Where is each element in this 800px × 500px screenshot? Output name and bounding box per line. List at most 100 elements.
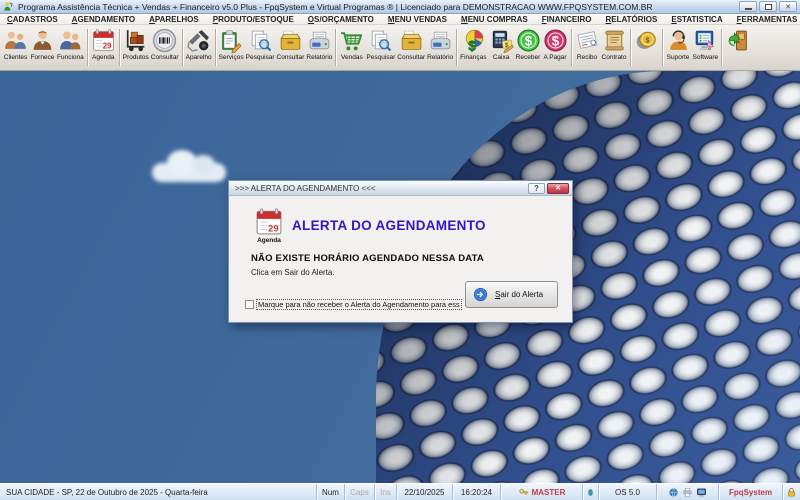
close-button[interactable]: ✕	[779, 1, 797, 12]
menu-item-cadastros[interactable]: CADASTROS	[0, 14, 65, 25]
receipt-icon	[575, 28, 600, 53]
menu-item-estatistica[interactable]: ESTATISTICA	[664, 14, 729, 25]
toolbar-button-relatorio[interactable]: Relatório	[305, 26, 333, 69]
toolbar-button-exit-door[interactable]	[724, 26, 751, 69]
dialog-close-button[interactable]: ✕	[547, 182, 569, 194]
device-icon	[186, 28, 211, 53]
status-brand: FpqSystem	[718, 484, 782, 500]
close-icon: ✕	[785, 3, 791, 11]
cloud	[152, 150, 226, 182]
toolbar-button-a-pagar[interactable]: $ A Pagar	[542, 26, 569, 69]
toolbar-button-label: Clientes	[3, 54, 28, 61]
coin-icon: $	[634, 28, 659, 53]
toolbar-button-label: Agenda	[92, 54, 115, 61]
menu-item-relatorios[interactable]: RELATÓRIOS	[598, 14, 664, 25]
svg-text:$: $	[468, 38, 476, 53]
svg-text:$: $	[645, 35, 649, 44]
supplier-icon	[30, 28, 55, 53]
restore-button[interactable]	[759, 1, 777, 12]
toolbar-button-fornece[interactable]: Fornece	[29, 26, 56, 69]
calendar-icon: 29	[91, 28, 116, 53]
toolbar-button-agenda[interactable]: 29 Agenda	[90, 26, 117, 69]
toolbar-button-pesquisar[interactable]: Pesquisar	[365, 26, 396, 69]
toolbar-button-label: Recibo	[576, 54, 598, 61]
dialog-heading: ALERTA DO AGENDAMENTO	[292, 218, 486, 233]
toolbar-button-coin[interactable]: $	[633, 26, 660, 69]
toolbar-button-software[interactable]: Software	[692, 26, 720, 69]
toolbar-separator	[721, 29, 723, 66]
menu-item-os-orcamento[interactable]: OS/ORÇAMENTO	[301, 14, 381, 25]
toolbar-button-recibo[interactable]: Recibo	[574, 26, 601, 69]
toolbar-button-label: A Pagar	[543, 54, 567, 61]
go-arrow-icon	[473, 287, 488, 302]
window-controls: ✕	[739, 1, 797, 12]
dialog-titlebar[interactable]: >>> ALERTA DO AGENDAMENTO <<< ? ✕	[229, 181, 572, 196]
restore-icon	[764, 3, 772, 10]
menu-item-menu-vendas[interactable]: MENU VENDAS	[381, 14, 454, 25]
toolbar-button-label: Produtos	[122, 54, 149, 61]
toolbar-button-label: Serviços	[218, 54, 244, 61]
toolbar-button-consultar[interactable]: Consultar	[150, 26, 180, 69]
toolbar-separator	[214, 29, 216, 66]
products-icon	[123, 28, 148, 53]
toolbar-button-consultar[interactable]: Consultar	[276, 26, 306, 69]
toolbar-button-pesquisar[interactable]: Pesquisar	[245, 26, 276, 69]
status-user-name: MASTER	[531, 487, 566, 497]
svg-text:$: $	[551, 34, 559, 49]
toolbar-button-clientes[interactable]: Clientes	[2, 26, 29, 69]
menu-item-aparelhos[interactable]: APARELHOS	[142, 14, 206, 25]
toolbar-button-financas[interactable]: $ Finanças	[459, 26, 487, 69]
drawer-icon	[399, 28, 424, 53]
exit-alert-button[interactable]: Sair do Alerta	[465, 281, 558, 308]
toolbar-button-caixa[interactable]: $ Caixa	[488, 26, 515, 69]
toolbar-separator	[335, 29, 337, 66]
dialog-message: NÃO EXISTE HORÁRIO AGENDADO NESSA DATA	[251, 253, 484, 264]
dialog-body: 29 Agenda ALERTA DO AGENDAMENTO NÃO EXIS…	[229, 196, 572, 322]
toolbar-button-vendas[interactable]: Vendas	[338, 26, 365, 69]
toolbar-separator	[661, 29, 663, 66]
software-icon	[693, 28, 718, 53]
finance-pie-icon: $	[461, 28, 486, 53]
toolbar-button-consultar[interactable]: Consultar	[396, 26, 426, 69]
checkbox-box[interactable]	[245, 300, 254, 309]
exit-alert-button-label: Sair do Alerta	[495, 290, 544, 299]
menu-item-menu-compras[interactable]: MENU COMPRAS	[454, 14, 535, 25]
titlebar[interactable]: Programa Assistência Técnica + Vendas + …	[0, 0, 800, 14]
toolbar-button-contrato[interactable]: Contrato	[601, 26, 628, 69]
dialog-hint: Clica em Sair do Alerta.	[251, 268, 335, 277]
menu-item-agendamento[interactable]: AGENDAMENTO	[65, 14, 142, 25]
calendar-alert-icon: 29	[253, 207, 285, 237]
toolbar-button-label: Funciona	[57, 54, 84, 61]
calendar-caption: Agenda	[257, 237, 281, 244]
report-icon	[307, 28, 332, 53]
toolbar-button-suporte[interactable]: Suporte	[665, 26, 692, 69]
toolbar-button-receber[interactable]: $ Receber	[515, 26, 542, 69]
toolbar-button-relatorio[interactable]: Relatório	[426, 26, 454, 69]
toolbar-button-produtos[interactable]: Produtos	[122, 26, 150, 69]
printer-icon[interactable]	[682, 487, 693, 498]
status-user: MASTER	[500, 484, 582, 500]
toolbar-button-funciona[interactable]: Funciona	[56, 26, 85, 69]
toolbar-button-aparelho[interactable]: Aparelho	[185, 26, 213, 69]
search-docs-icon	[368, 28, 393, 53]
menu-item-ferramentas[interactable]: FERRAMENTAS	[730, 14, 800, 25]
statusbar: SUA CIDADE - SP, 22 de Outubro de 2025 -…	[0, 483, 800, 500]
status-system-icons	[656, 484, 718, 500]
window-title: Programa Assistência Técnica + Vendas + …	[18, 1, 653, 12]
menubar: CADASTROS AGENDAMENTO APARELHOS PRODUTO/EST…	[0, 14, 800, 25]
toolbar-button-label: Relatório	[306, 54, 333, 61]
no-alert-checkbox[interactable]: Marque para não receber o Alerta do Agen…	[245, 299, 462, 310]
services-icon	[219, 28, 244, 53]
menu-item-financeiro[interactable]: FINANCEIRO	[535, 14, 599, 25]
barcode-icon	[152, 28, 177, 53]
minimize-button[interactable]	[739, 1, 757, 12]
toolbar-separator	[118, 29, 120, 66]
dialog-help-button[interactable]: ?	[528, 182, 545, 194]
status-lock	[782, 484, 800, 500]
support-icon	[666, 28, 691, 53]
status-location: SUA CIDADE - SP, 22 de Outubro de 2025 -…	[6, 487, 208, 497]
clients-icon	[3, 28, 28, 53]
toolbar-button-servicos[interactable]: Serviços	[218, 26, 245, 69]
toolbar-button-label: Relatório	[427, 54, 454, 61]
menu-item-produto-estoque[interactable]: PRODUTO/ESTOQUE	[206, 14, 301, 25]
